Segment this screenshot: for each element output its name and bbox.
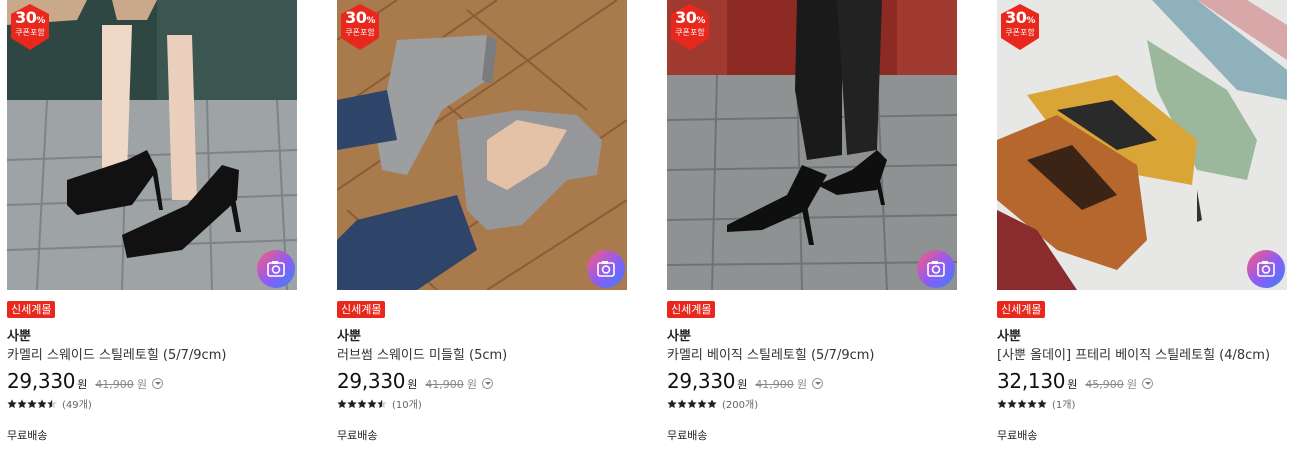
price-row: 29,330 원 41,900 원 <box>337 369 493 393</box>
original-price: 41,900 <box>95 378 134 391</box>
price-info-icon[interactable] <box>1141 378 1153 389</box>
star-icon <box>37 398 47 408</box>
original-currency: 원 <box>136 378 147 391</box>
product-image[interactable]: 30% 쿠폰포함 <box>337 0 627 290</box>
review-count[interactable]: (10개) <box>392 396 422 411</box>
coupon-label: 쿠폰포함 <box>675 28 705 37</box>
star-icon <box>667 398 677 408</box>
price-row: 32,130 원 45,900 원 <box>997 369 1153 393</box>
star-icon <box>47 398 57 408</box>
coupon-badge: 30% 쿠폰포함 <box>339 4 381 50</box>
review-count[interactable]: (200개) <box>722 396 758 411</box>
product-name[interactable]: 카멜리 베이직 스틸레토힐 (5/7/9cm) <box>667 344 875 363</box>
star-icon <box>7 398 17 408</box>
star-icon <box>377 398 387 408</box>
rating: (200개) <box>667 396 758 411</box>
rating: (49개) <box>7 396 92 411</box>
product-name[interactable]: 러브썸 스웨이드 미들힐 (5cm) <box>337 344 507 363</box>
original-currency: 원 <box>1126 378 1137 391</box>
camera-icon[interactable] <box>1247 250 1285 288</box>
price-info-icon[interactable] <box>151 378 163 389</box>
sale-price: 29,330 <box>337 369 406 393</box>
star-rating <box>7 398 57 409</box>
rating: (1개) <box>997 396 1075 411</box>
star-icon <box>1007 398 1017 408</box>
currency: 원 <box>77 378 88 391</box>
star-icon <box>357 398 367 408</box>
star-icon <box>27 398 37 408</box>
coupon-label: 쿠폰포함 <box>1005 28 1035 37</box>
original-currency: 원 <box>466 378 477 391</box>
product-card[interactable]: 30% 쿠폰포함 신세계몰 사뿐 카멜리 베이직 스틸레토힐 (5/7/9cm)… <box>667 0 957 451</box>
mall-badge: 신세계몰 <box>337 301 386 318</box>
star-icon <box>687 398 697 408</box>
free-shipping-label: 무료배송 <box>337 429 378 442</box>
coupon-label: 쿠폰포함 <box>345 28 375 37</box>
product-name[interactable]: [사뿐 올데이] 프테리 베이직 스틸레토힐 (4/8cm) <box>997 344 1270 363</box>
free-shipping-label: 무료배송 <box>7 429 48 442</box>
camera-icon[interactable] <box>587 250 625 288</box>
star-icon <box>17 398 27 408</box>
brand-name[interactable]: 사뿐 <box>7 325 31 344</box>
price-info-icon[interactable] <box>481 378 493 389</box>
star-icon <box>997 398 1007 408</box>
price-info-icon[interactable] <box>811 378 823 389</box>
star-icon <box>1037 398 1047 408</box>
brand-name[interactable]: 사뿐 <box>337 325 361 344</box>
mall-badge: 신세계몰 <box>667 301 716 318</box>
camera-icon[interactable] <box>917 250 955 288</box>
brand-name[interactable]: 사뿐 <box>997 325 1021 344</box>
original-price: 41,900 <box>755 378 794 391</box>
star-icon <box>337 398 347 408</box>
coupon-badge: 30% 쿠폰포함 <box>669 4 711 50</box>
star-rating <box>997 398 1047 409</box>
star-icon <box>707 398 717 408</box>
product-card[interactable]: 30% 쿠폰포함 신세계몰 사뿐 카멜리 스웨이드 스틸레토힐 (5/7/9cm… <box>7 0 297 451</box>
product-image[interactable]: 30% 쿠폰포함 <box>7 0 297 290</box>
review-count[interactable]: (1개) <box>1052 396 1075 411</box>
mall-badge: 신세계몰 <box>7 301 56 318</box>
product-grid: 30% 쿠폰포함 신세계몰 사뿐 카멜리 스웨이드 스틸레토힐 (5/7/9cm… <box>0 0 1290 451</box>
star-icon <box>1017 398 1027 408</box>
star-icon <box>677 398 687 408</box>
original-price: 45,900 <box>1085 378 1124 391</box>
coupon-badge: 30% 쿠폰포함 <box>999 4 1041 50</box>
original-currency: 원 <box>796 378 807 391</box>
rating: (10개) <box>337 396 422 411</box>
brand-name[interactable]: 사뿐 <box>667 325 691 344</box>
currency: 원 <box>1067 378 1078 391</box>
star-icon <box>347 398 357 408</box>
product-image[interactable]: 30% 쿠폰포함 <box>667 0 957 290</box>
product-card[interactable]: 30% 쿠폰포함 신세계몰 사뿐 러브썸 스웨이드 미들힐 (5cm) 29,3… <box>337 0 627 451</box>
star-rating <box>667 398 717 409</box>
price-row: 29,330 원 41,900 원 <box>7 369 163 393</box>
sale-price: 29,330 <box>667 369 736 393</box>
sale-price: 32,130 <box>997 369 1066 393</box>
currency: 원 <box>407 378 418 391</box>
currency: 원 <box>737 378 748 391</box>
star-icon <box>1027 398 1037 408</box>
star-icon <box>697 398 707 408</box>
mall-badge: 신세계몰 <box>997 301 1046 318</box>
sale-price: 29,330 <box>7 369 76 393</box>
product-image[interactable]: 30% 쿠폰포함 <box>997 0 1287 290</box>
original-price: 41,900 <box>425 378 464 391</box>
camera-icon[interactable] <box>257 250 295 288</box>
price-row: 29,330 원 41,900 원 <box>667 369 823 393</box>
star-icon <box>367 398 377 408</box>
star-rating <box>337 398 387 409</box>
coupon-label: 쿠폰포함 <box>15 28 45 37</box>
review-count[interactable]: (49개) <box>62 396 92 411</box>
product-name[interactable]: 카멜리 스웨이드 스틸레토힐 (5/7/9cm) <box>7 344 226 363</box>
coupon-badge: 30% 쿠폰포함 <box>9 4 51 50</box>
product-card[interactable]: 30% 쿠폰포함 신세계몰 사뿐 [사뿐 올데이] 프테리 베이직 스틸레토힐 … <box>997 0 1287 451</box>
free-shipping-label: 무료배송 <box>997 429 1038 442</box>
free-shipping-label: 무료배송 <box>667 429 708 442</box>
